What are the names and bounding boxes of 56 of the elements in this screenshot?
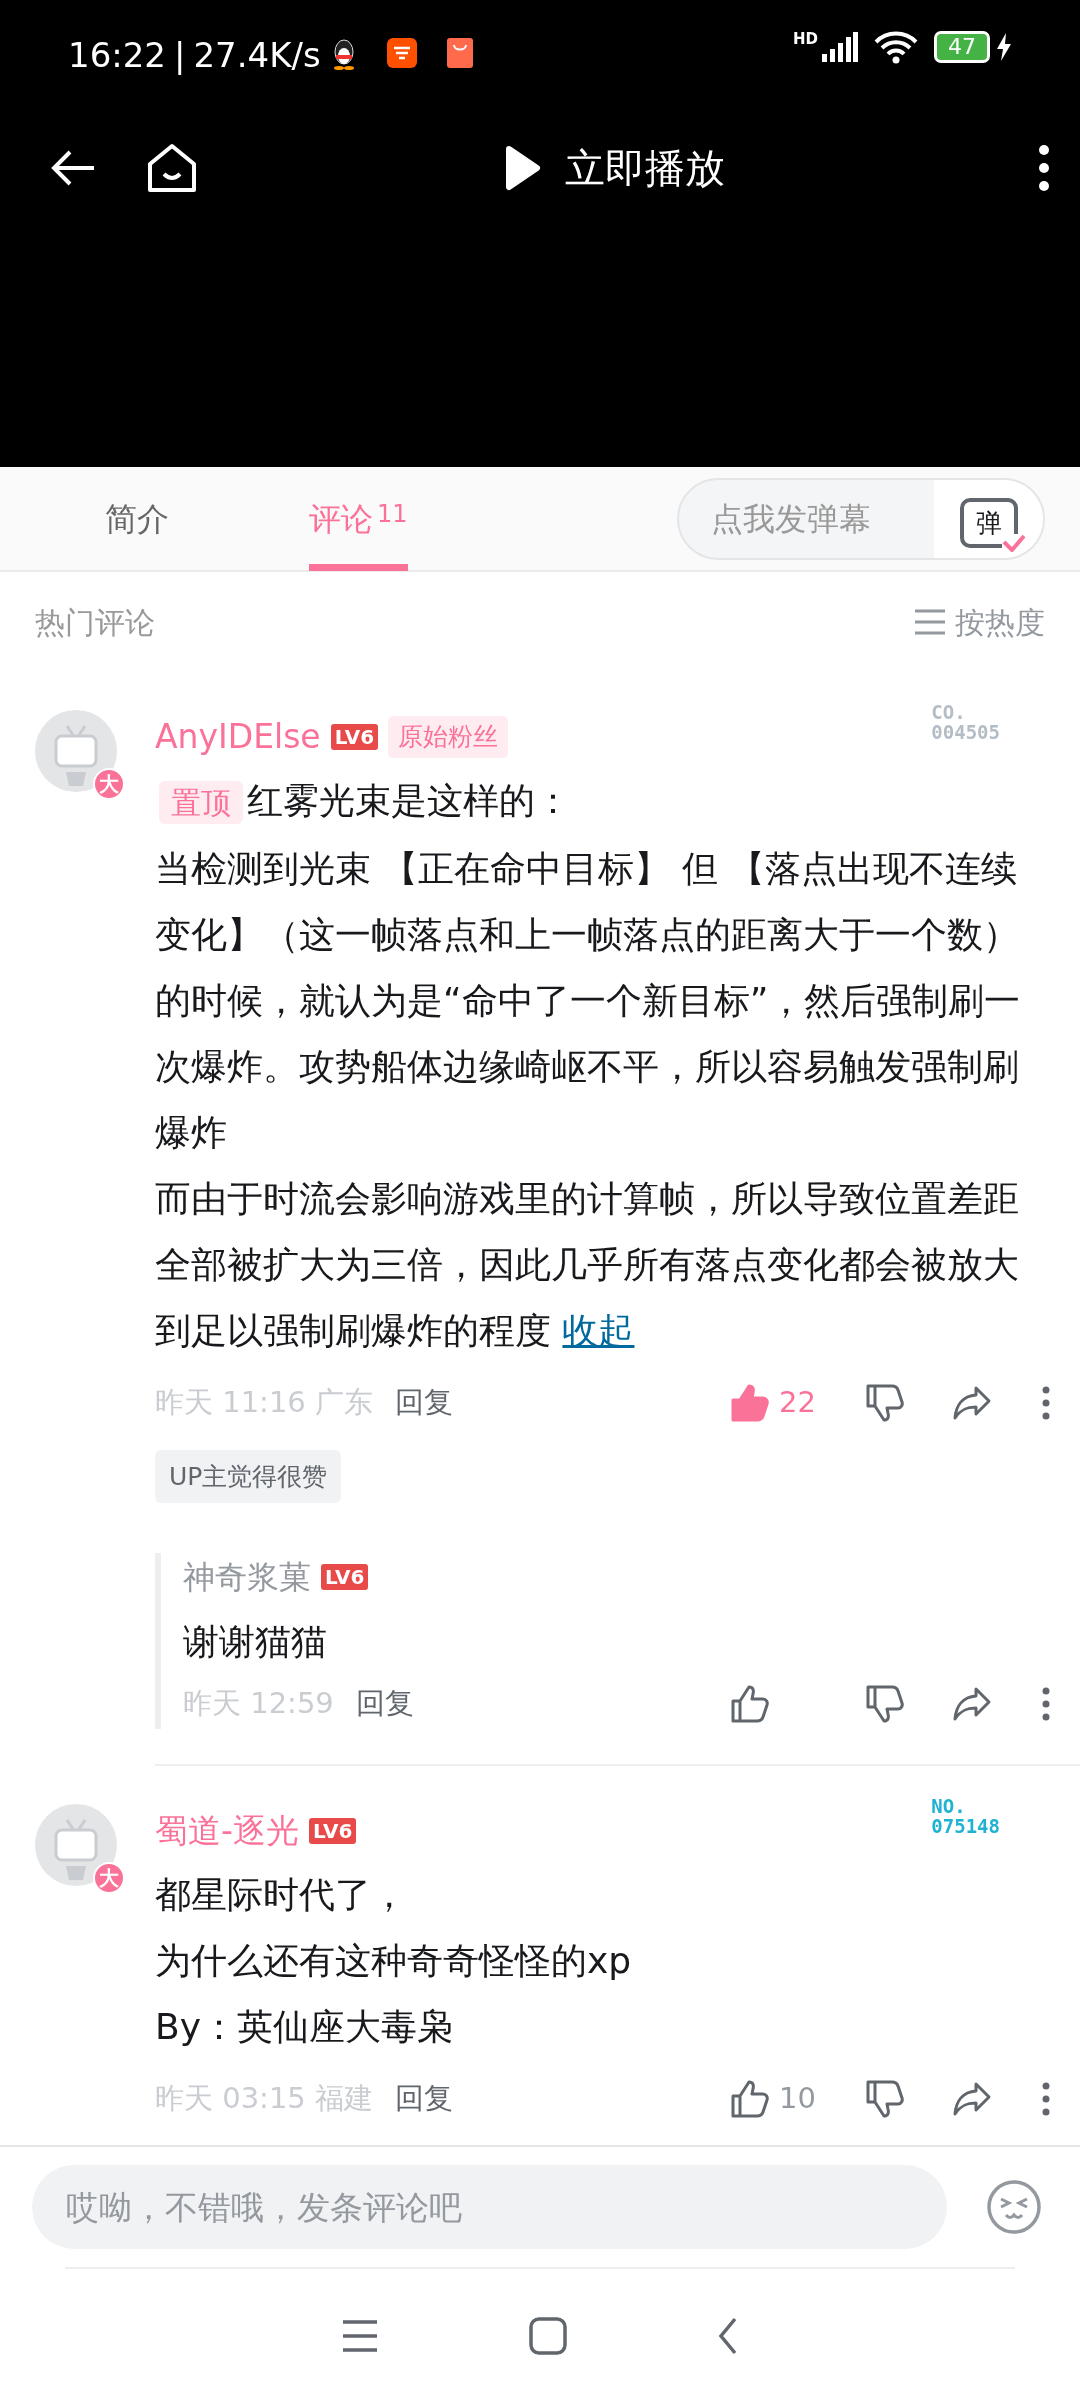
avatar-badge: 大 bbox=[93, 768, 125, 800]
network-speed: 27.4K/s bbox=[193, 34, 321, 77]
danmaku-field[interactable]: 点我发弹幕 弹 bbox=[677, 477, 1045, 560]
reply-text: 谢谢猫猫 bbox=[183, 1621, 327, 1662]
creator-liked-tag: UP主觉得很赞 bbox=[155, 1449, 342, 1503]
reply-button[interactable]: 回复 bbox=[395, 1380, 453, 1425]
dislike-button[interactable] bbox=[864, 1382, 904, 1423]
comment-text: 为什么还有这种奇奇怪怪的xp bbox=[155, 1939, 632, 1981]
level-badge: LV6 bbox=[321, 1564, 369, 1590]
collapse-link[interactable]: 收起 bbox=[562, 1309, 635, 1351]
emoji-button[interactable] bbox=[986, 2179, 1042, 2235]
fan-badge: 原始粉丝 bbox=[388, 716, 509, 758]
charging-icon bbox=[996, 33, 1012, 61]
username[interactable]: 神奇浆菓 bbox=[183, 1553, 311, 1601]
reply-button[interactable]: 回复 bbox=[395, 2076, 453, 2121]
thumbs-up-icon[interactable] bbox=[729, 1684, 769, 1724]
separator-label: | bbox=[174, 34, 186, 77]
shopping-app-icon bbox=[386, 38, 417, 68]
level-badge: LV6 bbox=[330, 723, 379, 750]
share-button[interactable] bbox=[952, 2080, 992, 2117]
wifi-icon bbox=[874, 30, 918, 64]
danmaku-button[interactable]: 弹 bbox=[934, 479, 1043, 558]
thumbs-up-icon[interactable] bbox=[729, 2078, 769, 2119]
share-button[interactable] bbox=[952, 1686, 992, 1722]
comment-text: 红雾光束是这样的： bbox=[247, 779, 571, 821]
more-button[interactable] bbox=[1038, 143, 1050, 192]
play-icon[interactable] bbox=[505, 144, 541, 191]
dislike-button[interactable] bbox=[864, 2078, 904, 2119]
avatar-icon[interactable] bbox=[35, 1804, 117, 1886]
battery-level: 47 bbox=[934, 31, 990, 63]
share-button[interactable] bbox=[952, 1384, 992, 1421]
play-button[interactable]: 立即播放 bbox=[505, 120, 725, 215]
section-title: 热门评论 bbox=[35, 603, 155, 642]
tab[interactable]: 简介 bbox=[105, 466, 169, 571]
comment-input[interactable]: 哎呦，不错哦，发条评论吧 bbox=[32, 2165, 947, 2249]
pinned-tag: 置顶 bbox=[159, 780, 243, 824]
dislike-button[interactable] bbox=[864, 1684, 904, 1724]
level-badge: LV6 bbox=[308, 1817, 357, 1844]
comment-text: 而由于时流会影响游戏里的计算帧，所以导致位置差距全部被扩大为三倍，因此几乎所有落点变化都会被放大到足以强制刷爆炸的程度 收起 bbox=[155, 1177, 1019, 1351]
comment-text: 当检测到光束 【正在命中目标】 但 【落点出现不连续变化】（这一帧落点和上一帧落点的距离大于一个数）的时候，就认为是“命中了一个新目标”，然后强制刷一次爆炸。攻势船体边缘崎岖不平，所以容易触发强制刷爆炸 bbox=[155, 847, 1021, 1153]
clock: 16:22 bbox=[68, 34, 166, 77]
menu-button[interactable] bbox=[341, 2318, 379, 2353]
comment-text: By：英仙座大毒枭 bbox=[155, 2005, 453, 2047]
list-icon[interactable] bbox=[913, 608, 947, 636]
fan-number: CO. 004505 bbox=[931, 702, 1000, 742]
fan-number: NO. 075148 bbox=[931, 1796, 1000, 1836]
comment-text: 都星际时代了， bbox=[155, 1873, 407, 1915]
shopping-bag-icon bbox=[446, 38, 473, 68]
like-button[interactable]: 10 bbox=[729, 2076, 829, 2121]
avatar-badge: 大 bbox=[93, 1862, 125, 1894]
signal-icon bbox=[822, 32, 858, 62]
thumbs-up-icon[interactable] bbox=[729, 1382, 769, 1423]
avatar-icon[interactable] bbox=[35, 710, 117, 792]
network-type: HD bbox=[793, 32, 818, 47]
sort-button[interactable]: 按热度 bbox=[913, 599, 1045, 645]
reply-button[interactable]: 回复 bbox=[355, 1682, 414, 1726]
